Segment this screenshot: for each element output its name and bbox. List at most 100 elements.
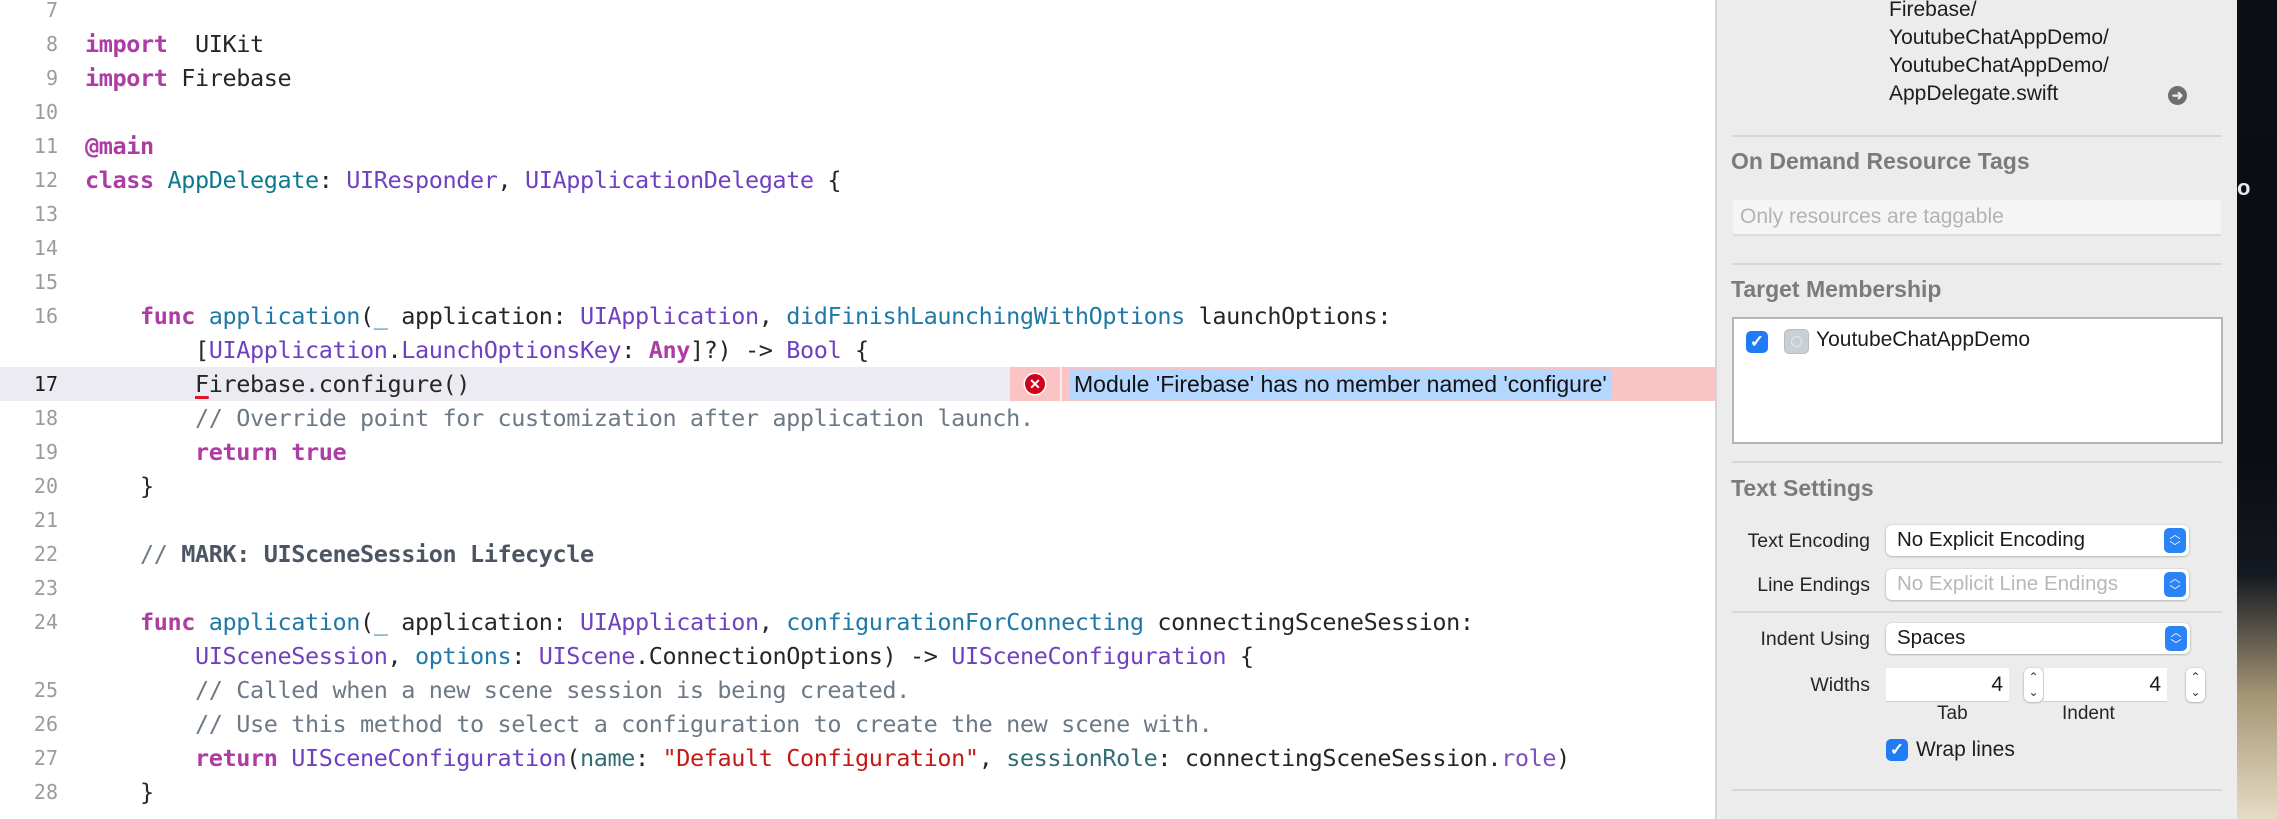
code-line[interactable]: 26 // Use this method to select a config… [0, 707, 1715, 741]
full-path-segment: YoutubeChatAppDemo/ [1889, 26, 2109, 49]
full-path-segment: AppDelegate.swift [1889, 82, 2059, 105]
divider [1732, 263, 2222, 265]
line-number: 16 [33, 304, 58, 328]
code-line[interactable]: 28 } [0, 775, 1715, 809]
indent-width-field[interactable]: 4 [2044, 668, 2167, 702]
indent-label: Indent [2062, 703, 2115, 724]
code-line[interactable]: 10 [0, 95, 1715, 129]
line-number: 21 [33, 508, 58, 532]
indent-using-popup[interactable]: Spaces ︿ ﹀ [1886, 623, 2190, 654]
code-line[interactable]: 12 class AppDelegate: UIResponder, UIAppl… [0, 163, 1715, 197]
code-line[interactable]: 19 return true [0, 435, 1715, 469]
code-line[interactable]: UISceneSession, options: UIScene.Connect… [0, 639, 1715, 673]
line-number: 17 [33, 372, 58, 396]
desktop-background [2237, 0, 2277, 819]
code-line[interactable]: 18 // Override point for customization a… [0, 401, 1715, 435]
code-line[interactable]: 27 return UISceneConfiguration(name: "De… [0, 741, 1715, 775]
code-line[interactable]: 21 [0, 503, 1715, 537]
code-line[interactable]: 15 [0, 265, 1715, 299]
app-target-icon [1784, 329, 1809, 354]
line-number: 19 [33, 440, 58, 464]
code-text: Firebase.configure() [195, 370, 470, 398]
code-line[interactable]: 22 // MARK: UISceneSession Lifecycle [0, 537, 1715, 571]
chevron-updown-icon: ︿ ﹀ [2164, 528, 2186, 553]
code-text: UISceneSession, options: UIScene.Connect… [195, 642, 1254, 670]
line-number: 18 [33, 406, 58, 430]
code-text: import UIKit [85, 30, 264, 58]
code-text: // Override point for customization afte… [195, 404, 1034, 432]
code-text: @main [85, 132, 154, 160]
code-text: func application(_ application: UIApplic… [140, 302, 1392, 330]
text-encoding-label: Text Encoding [1747, 530, 1871, 552]
line-number: 8 [45, 32, 58, 56]
wrap-lines-checkbox[interactable]: ✓ [1886, 739, 1908, 761]
error-message: Module 'Firebase' has no member named 'c… [1070, 369, 1611, 399]
indent-width-stepper[interactable]: ⌃ ⌄ [2186, 668, 2205, 702]
code-text: // Use this method to select a configura… [195, 710, 1213, 738]
full-path-segment: Firebase/ [1889, 0, 1977, 21]
code-text: class AppDelegate: UIResponder, UIApplic… [85, 166, 842, 194]
code-line[interactable]: 16 func application(_ application: UIApp… [0, 299, 1715, 333]
target-checkbox[interactable]: ✓ [1746, 331, 1768, 353]
code-line[interactable]: 14 [0, 231, 1715, 265]
code-line[interactable]: 23 [0, 571, 1715, 605]
arrow-right-circle-icon[interactable]: ➜ [2168, 86, 2187, 105]
line-endings-label: Line Endings [1757, 574, 1870, 596]
code-text: return UISceneConfiguration(name: "Defau… [195, 744, 1570, 772]
tab-width-stepper[interactable]: ⌃ ⌄ [2024, 668, 2043, 702]
line-number: 24 [33, 610, 58, 634]
desktop-label-fragment: o [2237, 175, 2251, 200]
line-number: 20 [33, 474, 58, 498]
line-number: 11 [33, 134, 58, 158]
wrap-lines-label: Wrap lines [1916, 738, 2015, 761]
code-text: import Firebase [85, 64, 292, 92]
line-number: 22 [33, 542, 58, 566]
code-text: return true [195, 438, 347, 466]
code-text: // Called when a new scene session is be… [195, 676, 910, 704]
code-text: // MARK: UISceneSession Lifecycle [140, 540, 594, 568]
text-encoding-popup[interactable]: No Explicit Encoding ︿ ﹀ [1886, 525, 2189, 556]
error-icon-cell[interactable]: ✕ [1010, 367, 1062, 401]
code-line[interactable]: [UIApplication.LaunchOptionsKey: Any]?) … [0, 333, 1715, 367]
line-endings-value: No Explicit Line Endings [1897, 572, 2119, 595]
line-number: 23 [33, 576, 58, 600]
tab-width-field[interactable]: 4 [1886, 668, 2009, 702]
code-text: } [85, 472, 154, 500]
target-membership-list[interactable]: ✓ YoutubeChatAppDemo [1732, 317, 2223, 444]
code-line[interactable]: 7 [0, 0, 1715, 27]
code-text: func application(_ application: UIApplic… [140, 608, 1474, 636]
widths-label: Widths [1810, 674, 1870, 696]
code-line[interactable]: 11 @main [0, 129, 1715, 163]
line-number: 7 [45, 0, 58, 22]
line-endings-popup[interactable]: No Explicit Line Endings ︿ ﹀ [1886, 569, 2189, 600]
code-text: } [85, 778, 154, 806]
code-line[interactable]: 9 import Firebase [0, 61, 1715, 95]
line-number: 13 [33, 202, 58, 226]
error-x-icon: ✕ [1025, 374, 1045, 394]
line-number: 26 [33, 712, 58, 736]
on-demand-tags-title: On Demand Resource Tags [1731, 148, 2030, 174]
line-number: 12 [33, 168, 58, 192]
code-line[interactable]: 24 func application(_ application: UIApp… [0, 605, 1715, 639]
code-text: [UIApplication.LaunchOptionsKey: Any]?) … [85, 336, 869, 364]
indent-using-label: Indent Using [1760, 628, 1871, 650]
tags-input[interactable]: Only resources are taggable [1733, 200, 2221, 236]
tab-label: Tab [1937, 703, 1968, 724]
text-encoding-value: No Explicit Encoding [1897, 528, 2086, 551]
target-membership-title: Target Membership [1731, 276, 1942, 302]
code-line[interactable]: 20 } [0, 469, 1715, 503]
code-line[interactable]: 25 // Called when a new scene session is… [0, 673, 1715, 707]
chevron-updown-icon: ︿ ﹀ [2165, 626, 2187, 651]
line-number: 27 [33, 746, 58, 770]
code-editor[interactable]: 7 8 import UIKit 9 import Firebase 10 11 @main 1… [0, 0, 1715, 819]
divider [1732, 789, 2222, 791]
full-path-segment: YoutubeChatAppDemo/ [1889, 54, 2109, 77]
text-settings-title: Text Settings [1731, 475, 1874, 501]
code-line[interactable]: 8 import UIKit [0, 27, 1715, 61]
target-name: YoutubeChatAppDemo [1816, 328, 2031, 351]
error-annotation[interactable]: ✕ Module 'Firebase' has no member named … [1010, 367, 1715, 401]
divider [1732, 611, 2222, 613]
divider [1732, 135, 2222, 137]
indent-using-value: Spaces [1897, 626, 1966, 649]
code-line[interactable]: 13 [0, 197, 1715, 231]
